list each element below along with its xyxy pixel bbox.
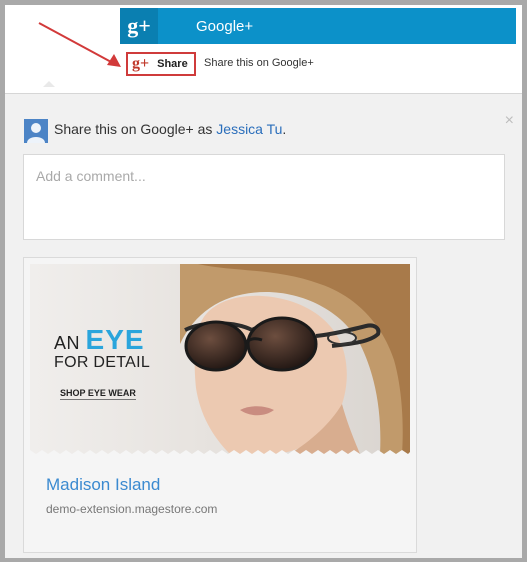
card-title-link[interactable]: Madison Island [46, 475, 160, 495]
share-button-row: g+ Share Share this on Google+ [120, 45, 516, 93]
preview-image: AN EYE FOR DETAIL SHOP EYE WEAR [30, 264, 410, 454]
red-arrow-icon [38, 22, 121, 67]
user-name-link[interactable]: Jessica Tu [216, 121, 282, 137]
share-as-suffix: . [282, 121, 287, 137]
share-as-text: Share this on Google+ as Jessica Tu. [54, 121, 286, 137]
user-avatar [24, 119, 48, 143]
google-plus-small-icon: g+ [132, 55, 150, 72]
ad-headline-emphasis: EYE [85, 324, 145, 355]
panel-pointer [43, 81, 55, 87]
ad-subheadline: FOR DETAIL [54, 354, 151, 371]
ad-headline: AN EYE [54, 324, 150, 356]
close-icon[interactable]: × [505, 112, 514, 130]
share-button-label: Share [157, 58, 188, 70]
card-domain: demo-extension.magestore.com [46, 502, 218, 516]
comment-input[interactable] [34, 167, 478, 185]
share-description: Share this on Google+ [204, 57, 314, 69]
link-preview-card[interactable]: AN EYE FOR DETAIL SHOP EYE WEAR Madison … [23, 257, 417, 553]
ad-cta: SHOP EYE WEAR [60, 388, 136, 400]
share-panel: Share this on Google+ as Jessica Tu. × A… [5, 93, 522, 558]
share-widget-header: g+ Google+ g+ Share Share this on Google… [5, 5, 522, 93]
comment-box[interactable] [23, 154, 505, 240]
google-plus-header-bar: g+ Google+ [120, 8, 516, 44]
header-title: Google+ [196, 17, 254, 35]
google-plus-share-button[interactable]: g+ Share [126, 52, 196, 76]
ad-headline-prefix: AN [54, 333, 86, 353]
person-icon [27, 123, 45, 143]
share-dialog-frame: g+ Google+ g+ Share Share this on Google… [0, 0, 527, 562]
share-as-prefix: Share this on Google+ as [54, 121, 217, 137]
ad-text: AN EYE FOR DETAIL SHOP EYE WEAR [54, 324, 150, 401]
